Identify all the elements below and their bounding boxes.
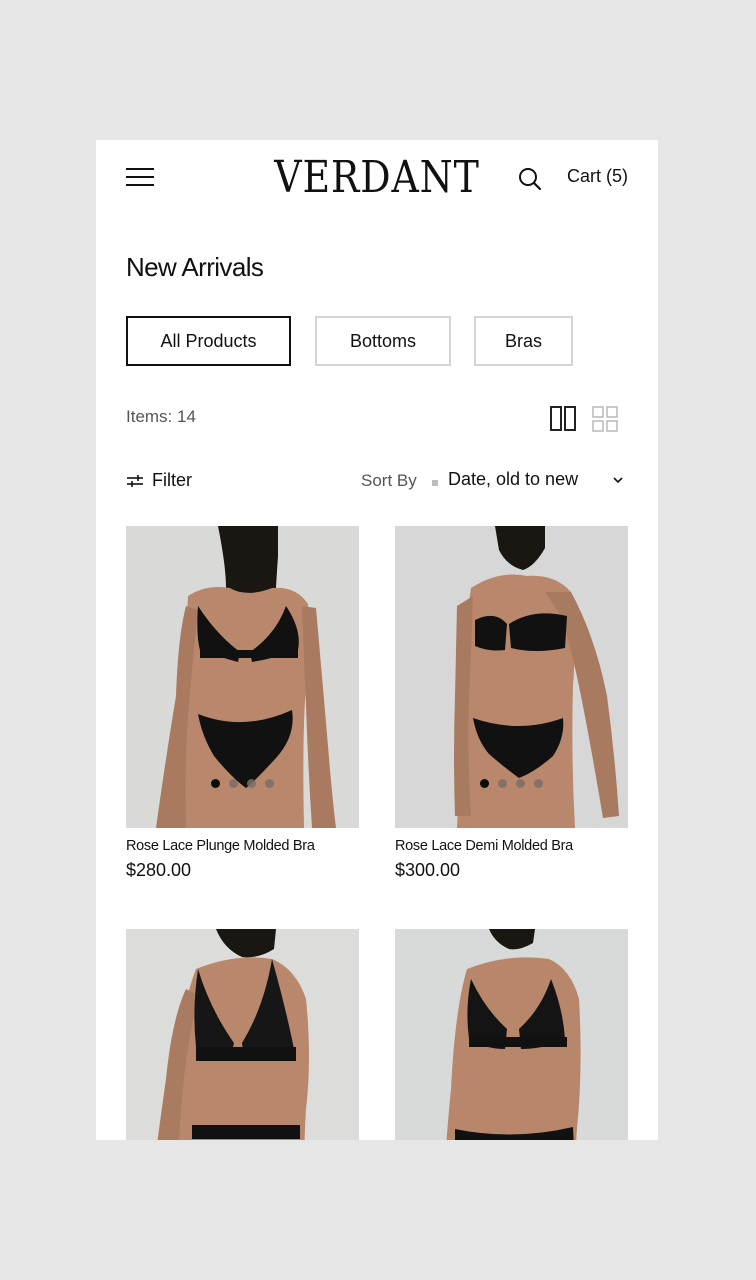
product-card[interactable]: Rose Lace Demi Molded Bra $300.00 (395, 526, 628, 881)
product-name[interactable]: Rose Lace Plunge Molded Bra (126, 838, 359, 854)
product-card[interactable]: Rose Lace Plunge Molded Bra $280.00 (126, 526, 359, 881)
grid-2-column-icon[interactable] (550, 406, 576, 432)
product-price: $300.00 (395, 860, 461, 880)
page-title: New Arrivals (126, 252, 264, 282)
carousel-dot[interactable] (480, 779, 489, 788)
image-carousel-dots[interactable] (126, 779, 359, 788)
items-count: Items: 14 (126, 407, 196, 426)
cart-button[interactable]: Cart (5) (567, 166, 628, 187)
product-name[interactable]: Rose Lace Demi Molded Bra (395, 838, 628, 854)
brand-logo[interactable]: VERDANT (135, 152, 618, 203)
chevron-down-icon (613, 477, 623, 484)
carousel-dot[interactable] (534, 779, 543, 788)
carousel-dot[interactable] (498, 779, 507, 788)
cart-count: (5) (606, 166, 628, 186)
product-card[interactable] (126, 929, 359, 1140)
sort-by-label: Sort By (361, 471, 417, 490)
carousel-dot[interactable] (265, 779, 274, 788)
tab-all-products[interactable]: All Products (126, 316, 291, 366)
sort-select[interactable]: Date, old to new (448, 469, 626, 493)
cart-label: Cart (566, 166, 601, 186)
filter-button[interactable]: Filter (126, 470, 192, 491)
product-image[interactable] (126, 526, 359, 828)
image-carousel-dots[interactable] (395, 779, 628, 788)
product-card[interactable] (395, 929, 628, 1140)
carousel-dot[interactable] (247, 779, 256, 788)
product-image[interactable] (395, 526, 628, 828)
mobile-screen: VERDANT Cart (5) New Arrivals All Product… (96, 140, 658, 1140)
filter-label: Filter (152, 470, 192, 490)
sort-value: Date, old to new (448, 469, 579, 489)
tab-bottoms[interactable]: Bottoms (315, 316, 451, 366)
product-image[interactable] (126, 929, 359, 1140)
product-image[interactable] (395, 929, 628, 1140)
grid-4-column-icon[interactable] (592, 406, 618, 432)
carousel-dot[interactable] (516, 779, 525, 788)
product-price: $280.00 (126, 860, 192, 880)
search-icon[interactable] (516, 165, 544, 193)
tab-bras[interactable]: Bras (474, 316, 573, 366)
sort-separator (432, 480, 438, 486)
carousel-dot[interactable] (229, 779, 238, 788)
carousel-dot[interactable] (211, 779, 220, 788)
filter-sliders-icon (127, 474, 143, 487)
